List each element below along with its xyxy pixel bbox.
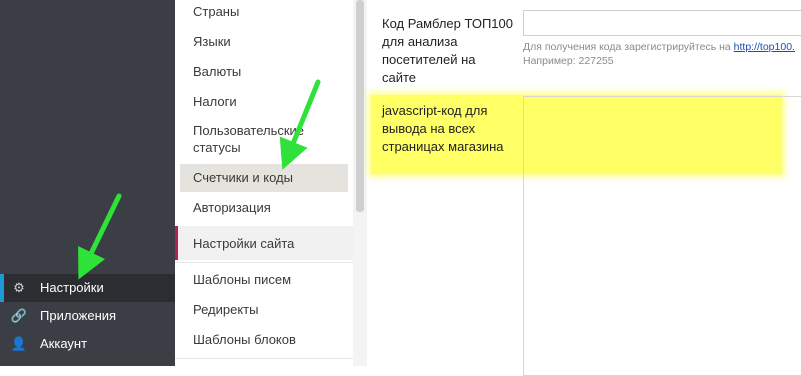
rambler-code-input[interactable] (523, 10, 801, 36)
submenu-item-redirects[interactable]: Редиректы (193, 300, 258, 320)
sidebar-item-settings[interactable]: ⚙ Настройки (0, 274, 175, 302)
javascript-code-textarea[interactable] (523, 96, 801, 376)
sidebar-item-label: Настройки (40, 280, 104, 295)
sidebar-item-label: Приложения (40, 308, 117, 323)
submenu-divider (175, 262, 353, 263)
sidebar-item-account[interactable]: 👤 Аккаунт (0, 330, 175, 358)
submenu-item-counters[interactable]: Счетчики и коды (193, 168, 293, 188)
submenu-item-block-templates[interactable]: Шаблоны блоков (193, 330, 296, 350)
main-sidebar: ⚙ Настройки 🔗 Приложения 👤 Аккаунт (0, 0, 175, 366)
submenu-item-languages[interactable]: Языки (193, 32, 231, 52)
rambler-label-line: Код Рамблер ТОП100 (382, 16, 513, 31)
js-label-line: вывода на всех (382, 121, 476, 136)
submenu-item-countries[interactable]: Страны (193, 2, 239, 22)
gear-icon: ⚙ (13, 280, 25, 295)
rambler-hint-text: Для получения кода зарегистрируйтесь на (523, 41, 734, 53)
rambler-example: Например: 227255 (523, 55, 614, 67)
submenu-divider (175, 358, 353, 359)
user-icon: 👤 (10, 336, 28, 351)
sidebar-item-label: Аккаунт (40, 336, 88, 351)
js-label-line: страницах магазина (382, 139, 504, 154)
js-label-line: javascript-код для (382, 103, 488, 118)
rambler-label-line: посетителей на (382, 52, 476, 67)
submenu-scrollbar-thumb[interactable] (356, 0, 364, 212)
submenu-item-site-settings[interactable]: Настройки сайта (193, 234, 294, 254)
submenu-item-custom-statuses-2[interactable]: статусы (193, 138, 241, 158)
rambler-label-line: для анализа (382, 34, 458, 49)
submenu-item-email-templates[interactable]: Шаблоны писем (193, 270, 291, 290)
link-icon: 🔗 (10, 308, 28, 323)
rambler-hint: Для получения кода зарегистрируйтесь на … (523, 41, 795, 54)
submenu-item-authorization[interactable]: Авторизация (193, 198, 271, 218)
submenu-item-currencies[interactable]: Валюты (193, 62, 241, 82)
sidebar-item-apps[interactable]: 🔗 Приложения (0, 302, 175, 330)
rambler-hint-link[interactable]: http://top100. (734, 41, 795, 53)
rambler-label-line: сайте (382, 70, 417, 85)
submenu-item-taxes[interactable]: Налоги (193, 92, 237, 112)
